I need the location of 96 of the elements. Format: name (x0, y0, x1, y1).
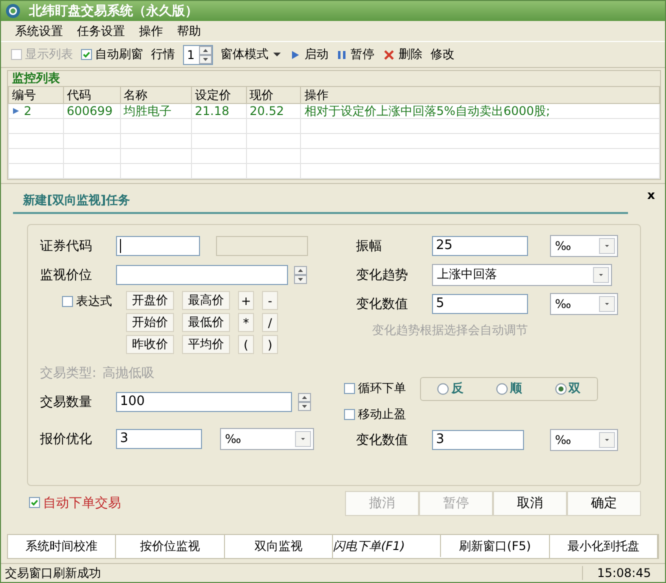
input-field[interactable]: 5 (432, 294, 528, 314)
unit-select[interactable]: ‰ (550, 428, 618, 450)
dropdown-icon[interactable] (593, 266, 609, 282)
checkbox-label[interactable]: 循环下单 (358, 380, 406, 397)
input-field[interactable]: 100 (116, 392, 292, 412)
radio-button[interactable] (496, 382, 508, 394)
spin-icon[interactable] (198, 46, 212, 64)
field-label: 监视价位 (40, 266, 93, 284)
panel-title: 监控列表 (11, 71, 61, 86)
column-header[interactable]: 名称 (120, 86, 192, 104)
radio-label[interactable]: 顺 (510, 380, 522, 397)
checkbox[interactable] (29, 497, 40, 508)
radio-button[interactable] (554, 382, 567, 394)
field-label: 变化数值 (356, 296, 409, 312)
table-cell: 均胜电子 (120, 104, 192, 118)
dropdown-icon[interactable] (599, 432, 615, 448)
table-cell: 21.18 (191, 104, 246, 118)
column-header[interactable]: 代码 (63, 86, 120, 104)
table-cell: 20.52 (246, 104, 301, 118)
formula-key[interactable]: 开始价 (126, 313, 174, 332)
spin-icon[interactable] (298, 392, 311, 410)
field-label: 交易数量 (40, 394, 93, 410)
formula-key[interactable]: ) (262, 335, 278, 354)
checkbox-label[interactable]: 移动止盈 (358, 406, 406, 422)
dialog-button[interactable]: 取消 (493, 490, 567, 516)
status-message: 交易窗口刷新成功 (5, 564, 101, 582)
dropdown-icon[interactable] (599, 238, 615, 254)
dialog-button[interactable]: 确定 (567, 490, 641, 516)
dropdown-icon[interactable] (599, 296, 615, 312)
field-label: 变化数值 (356, 432, 409, 448)
table-cell: 600699 (63, 104, 120, 118)
input-field[interactable]: 3 (116, 428, 202, 448)
checkbox[interactable] (344, 383, 355, 394)
spin-icon[interactable] (294, 266, 307, 284)
formula-key[interactable]: + (238, 291, 254, 310)
unit-select[interactable]: ‰ (550, 292, 618, 314)
formula-key[interactable]: - (262, 291, 278, 310)
pause-icon (336, 48, 347, 60)
radio-label[interactable]: 双 (568, 380, 581, 397)
menu-item[interactable]: 任务设置 (75, 22, 127, 40)
menu-item[interactable]: 帮助 (175, 22, 203, 40)
formula-key[interactable]: * (238, 313, 254, 332)
toolbar-button[interactable]: 修改 (430, 46, 455, 63)
field-label: 振幅 (356, 238, 383, 254)
form-title: 新建[双向监视]任务 (13, 190, 628, 214)
checkbox[interactable] (344, 408, 355, 420)
formula-key[interactable]: 最低价 (182, 313, 230, 332)
formula-key[interactable]: ( (238, 335, 254, 354)
checkbox-label[interactable]: 表达式 (76, 293, 112, 310)
window-title: 北纬盯盘交易系统（永久版） (29, 2, 198, 20)
checkbox[interactable] (81, 49, 92, 60)
status-time: 15:08:45 (582, 566, 651, 580)
tab[interactable]: 闪电下单(F1) (332, 535, 442, 557)
formula-key[interactable]: 平均价 (182, 335, 230, 354)
field-label: 报价优化 (40, 430, 93, 448)
formula-key[interactable]: 最高价 (182, 291, 230, 310)
menu-item[interactable]: 操作 (137, 22, 165, 40)
field-label: 证券代码 (40, 238, 93, 254)
trend-select[interactable]: 上涨中回落 (432, 264, 612, 286)
column-header[interactable]: 现价 (246, 86, 301, 104)
unit-select[interactable]: ‰ (550, 234, 618, 256)
quote-label: 行情 (151, 46, 175, 63)
formula-key[interactable]: / (262, 313, 278, 332)
checkbox-label[interactable]: 自动下单交易 (43, 494, 121, 512)
caret-icon (272, 52, 281, 57)
unit-select[interactable]: ‰ (220, 428, 314, 450)
quote-spinner[interactable]: 1 (183, 44, 213, 64)
radio-button[interactable] (437, 382, 450, 394)
table-cell: 相对于设定价上涨中回落5%自动卖出6000股; (300, 104, 660, 118)
row-pointer-icon (12, 107, 20, 115)
close-icon (382, 48, 395, 60)
dropdown-icon[interactable] (295, 430, 311, 446)
app-logo-icon (5, 3, 21, 19)
field-label: 变化趋势 (356, 266, 409, 284)
formula-key[interactable]: 开盘价 (126, 291, 174, 310)
column-header[interactable]: 操作 (300, 86, 660, 104)
toolbar-button[interactable]: 删除 (382, 46, 423, 63)
toolbar-button[interactable]: 启动 (288, 46, 329, 63)
field-label: 交易类型: (40, 364, 96, 382)
input-field[interactable]: 25 (432, 236, 528, 256)
input-field[interactable] (116, 264, 288, 284)
formula-key[interactable]: 昨收价 (126, 335, 174, 354)
trade-type-value: 高抛低吸 (102, 364, 154, 382)
close-button[interactable]: x (647, 188, 655, 202)
radio-label[interactable]: 反 (451, 380, 464, 397)
menu-item[interactable]: 系统设置 (13, 22, 65, 40)
input-field[interactable] (116, 236, 200, 256)
checkbox[interactable] (62, 296, 73, 307)
column-header[interactable]: 编号 (8, 86, 64, 104)
window-mode-menu[interactable]: 窗体模式 (220, 46, 281, 63)
checkbox-label[interactable]: 自动刷窗 (95, 46, 143, 63)
input-field[interactable]: 3 (432, 430, 524, 450)
hint-text: 变化趋势根据选择会自动调节 (371, 322, 528, 338)
toolbar-button[interactable]: 暂停 (336, 46, 375, 63)
table-cell: 2 (8, 104, 64, 118)
column-header[interactable]: 设定价 (191, 86, 246, 104)
